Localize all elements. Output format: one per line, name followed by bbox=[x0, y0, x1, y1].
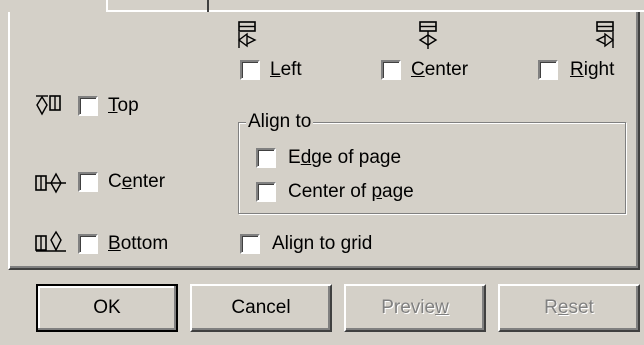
center-vertical-label: Center bbox=[108, 171, 166, 192]
center-of-page-checkbox[interactable] bbox=[256, 182, 276, 202]
align-left-icon bbox=[237, 21, 257, 48]
ok-button-label: OK bbox=[93, 297, 121, 318]
top-checkbox[interactable] bbox=[78, 96, 98, 116]
left-label: Left bbox=[270, 59, 302, 80]
right-label: Right bbox=[570, 59, 615, 80]
center-horizontal-checkbox[interactable] bbox=[381, 60, 401, 80]
top-label: Top bbox=[108, 95, 139, 116]
ok-button[interactable]: OK bbox=[36, 284, 178, 332]
tab-divider bbox=[207, 0, 209, 12]
center-horizontal-label: Center bbox=[411, 59, 469, 80]
reset-button-label: Reset bbox=[544, 297, 594, 318]
reset-button[interactable]: Reset bbox=[498, 284, 640, 332]
left-checkbox[interactable] bbox=[240, 60, 260, 80]
cancel-button[interactable]: Cancel bbox=[190, 284, 332, 332]
align-top-icon bbox=[36, 95, 61, 116]
align-center-horizontal-icon bbox=[418, 21, 438, 49]
bottom-checkbox[interactable] bbox=[78, 234, 98, 254]
tab-frame-top bbox=[106, 0, 644, 12]
align-bottom-icon bbox=[35, 230, 66, 252]
preview-button[interactable]: Preview bbox=[344, 284, 486, 332]
preview-button-label: Preview bbox=[381, 297, 449, 318]
align-center-vertical-icon bbox=[35, 172, 66, 194]
center-of-page-label: Center of page bbox=[288, 181, 414, 202]
align-to-legend: Align to bbox=[246, 111, 314, 132]
center-vertical-checkbox[interactable] bbox=[78, 172, 98, 192]
edge-of-page-label: Edge of page bbox=[288, 147, 402, 168]
align-right-icon bbox=[595, 21, 615, 48]
cancel-button-label: Cancel bbox=[231, 297, 291, 318]
bottom-label: Bottom bbox=[108, 233, 169, 254]
align-to-grid-checkbox[interactable] bbox=[240, 234, 260, 254]
align-to-grid-label: Align to grid bbox=[272, 233, 373, 254]
edge-of-page-checkbox[interactable] bbox=[256, 148, 276, 168]
right-checkbox[interactable] bbox=[538, 60, 558, 80]
